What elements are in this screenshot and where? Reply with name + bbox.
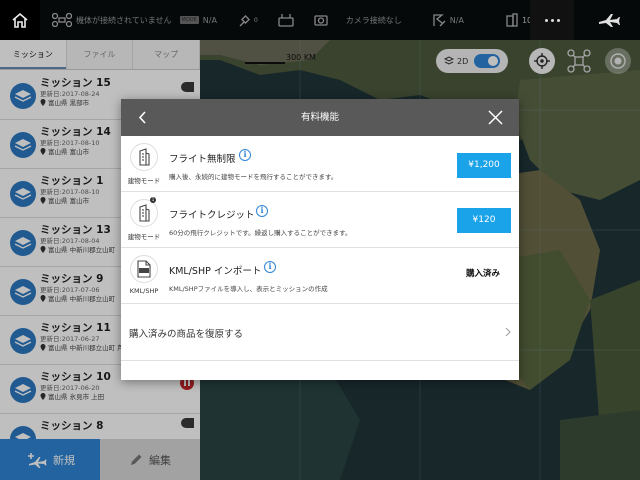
more-dot-icon [550, 18, 554, 22]
chevron-right-icon [505, 327, 511, 337]
connection-status: 機体が接続されていません [52, 0, 172, 40]
kml-file-icon: KML [130, 255, 158, 283]
close-icon[interactable] [487, 109, 504, 126]
feature-caption: KML/SHP [129, 287, 159, 295]
feature-flight-credit: 1 建物モード フライトクレジット i 60分の飛行クレジットです。繰返し購入す… [121, 192, 519, 248]
satellite-icon [239, 15, 250, 27]
feature-caption: 建物モード [127, 233, 161, 241]
building-mode-icon [130, 143, 158, 171]
feature-caption: 建物モード [127, 177, 161, 185]
status-bar: 機体が接続されていません MODE N/A 0 カメラ接続なし N/A 100% [0, 0, 640, 40]
paid-features-dialog: 有料機能 建物モード フライト無制限 i 購入後、永続的に建物モードを飛行するこ… [121, 99, 519, 380]
purchased-label: 購入済み [466, 269, 501, 279]
notification-badge: 1 [150, 197, 156, 203]
drone-icon [52, 13, 72, 27]
restore-purchases-label: 購入済みの商品を復原する [129, 329, 244, 340]
home-button[interactable] [0, 0, 40, 40]
camera-status: カメラ接続なし [314, 0, 402, 40]
home-icon [12, 12, 28, 28]
feature-name: フライト無制限 [169, 154, 236, 165]
takeoff-button[interactable] [588, 0, 630, 40]
info-icon[interactable]: i [256, 205, 268, 217]
satellite-count: 0 [239, 0, 258, 40]
more-dot-icon [544, 18, 548, 22]
battery-icon [506, 13, 518, 27]
connection-status-text: 機体が接続されていません [76, 15, 172, 25]
building-mode-icon [130, 199, 158, 227]
buy-unlimited-button[interactable]: ¥1,200 [457, 153, 511, 178]
feature-description: KML/SHPファイルを導入し、表示とミッションの作成 [169, 285, 328, 293]
satellite-count-text: 0 [253, 16, 258, 24]
feature-description: 60分の飛行クレジットです。繰返し購入することができます。 [169, 229, 352, 237]
more-dot-icon [556, 18, 560, 22]
feature-name: フライトクレジット [169, 210, 255, 221]
feature-description: 購入後、永続的に建物モードを飛行することができます。 [169, 173, 338, 181]
flight-mode: MODE N/A [179, 0, 217, 40]
restore-purchases-row[interactable]: 購入済みの商品を復原する [121, 304, 519, 361]
info-icon[interactable]: i [264, 261, 276, 273]
feature-unlimited-flight: 建物モード フライト無制限 i 購入後、永続的に建物モードを飛行することができま… [121, 136, 519, 192]
gps-signal: N/A [432, 0, 464, 40]
flight-mode-text: N/A [202, 15, 217, 25]
camera-icon [314, 15, 328, 26]
more-menu-button[interactable] [530, 0, 574, 40]
remote-controller-status [278, 0, 294, 40]
buy-credit-button[interactable]: ¥120 [457, 208, 511, 233]
info-icon[interactable]: i [239, 149, 251, 161]
camera-status-text: カメラ接続なし [345, 15, 402, 25]
dialog-header: 有料機能 [121, 99, 519, 136]
gps-signal-icon [433, 14, 446, 27]
remote-controller-icon [278, 14, 294, 27]
airplane-icon [599, 14, 620, 27]
dialog-title: 有料機能 [300, 112, 339, 123]
feature-name: KML/SHP インポート [169, 266, 262, 277]
mode-badge-icon: MODE [179, 16, 199, 24]
gps-signal-text: N/A [449, 15, 464, 25]
feature-kml-import: KML KML/SHP KML/SHP インポート i KML/SHPファイルを… [121, 248, 519, 304]
